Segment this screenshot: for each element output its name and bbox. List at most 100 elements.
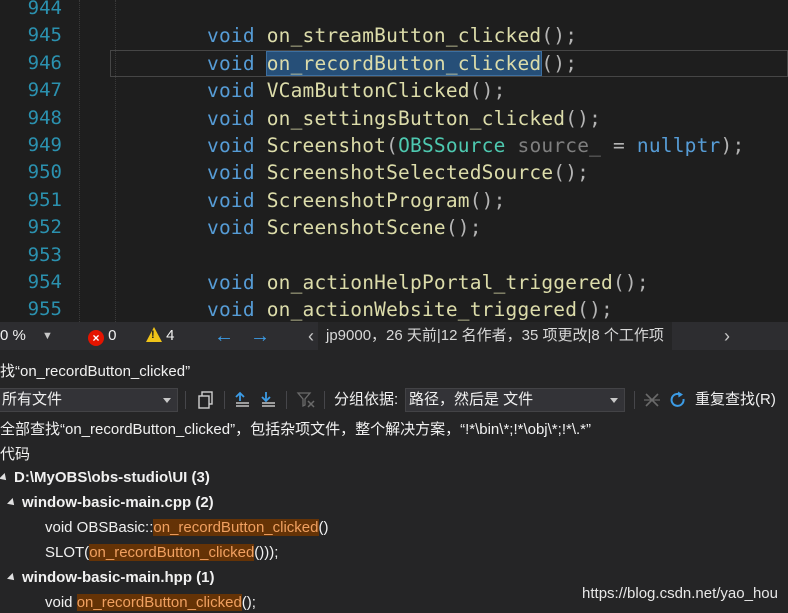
errors-indicator[interactable]: × 0 — [88, 322, 117, 350]
code-line[interactable]: 945 void on_streamButton_clicked(); — [0, 22, 788, 49]
code-token: on_settingsButton_clicked — [266, 106, 566, 130]
refind-button[interactable]: 重复查找(R) — [695, 388, 776, 412]
tree-folder-node[interactable]: D:\MyOBS\obs-studio\UI (3) — [0, 466, 210, 490]
match-highlight: on_recordButton_clicked — [89, 544, 255, 561]
file-name: window-basic-main.hpp (1) — [22, 569, 215, 586]
code-token: VCamButtonClicked — [266, 79, 470, 103]
editor-status-bar: 0 % ▼ × 0 4 ← → ‹ jp9000，26 天前|12 名作者，35… — [0, 322, 788, 350]
tree-match-row[interactable]: void on_recordButton_clicked(); — [45, 591, 256, 613]
code-line[interactable]: 947 void VCamButtonClicked(); — [0, 77, 788, 104]
zoom-dropdown-icon[interactable]: ▼ — [42, 322, 53, 350]
code-token: ); — [720, 134, 745, 157]
zoom-level[interactable]: 0 % — [0, 322, 26, 350]
tree-match-row[interactable]: SLOT(on_recordButton_clicked())); — [45, 541, 278, 565]
code-token: ScreenshotProgram — [266, 188, 470, 212]
code-token: void — [207, 161, 255, 185]
file-name: window-basic-main.cpp (2) — [22, 494, 214, 511]
collapse-arrow-icon[interactable] — [7, 573, 17, 583]
group-by-value: 路径，然后是 文件 — [409, 391, 534, 408]
refresh-icon[interactable] — [668, 390, 688, 410]
code-editor[interactable]: 944 945 void on_streamButton_clicked(); 946… — [0, 0, 788, 322]
code-token: void — [207, 271, 255, 294]
collapse-arrow-icon[interactable] — [7, 498, 17, 508]
group-by-dropdown[interactable]: 路径，然后是 文件 — [405, 388, 625, 412]
code-line[interactable]: 954 void on_actionHelpPortal_triggered(); — [0, 269, 788, 296]
copy-icon[interactable] — [196, 390, 216, 410]
watermark: https://blog.csdn.net/yao_hou — [582, 585, 778, 602]
code-token: void — [207, 24, 255, 48]
match-highlight: on_recordButton_clicked — [153, 519, 319, 536]
code-token: (); — [469, 188, 506, 212]
warning-count: 4 — [166, 327, 175, 344]
code-line[interactable]: 953 — [0, 242, 788, 269]
error-count: 0 — [108, 327, 117, 344]
line-number: 951 — [27, 188, 62, 211]
match-prefix: void — [45, 594, 77, 611]
code-token: void — [207, 79, 255, 103]
group-by-label: 分组依据: — [334, 391, 399, 408]
git-blame-info[interactable]: jp9000，26 天前|12 名作者，35 项更改|8 个工作项 — [318, 322, 672, 350]
code-line[interactable]: 948 void on_settingsButton_clicked(); — [0, 105, 788, 132]
navigate-forward-icon[interactable]: → — [250, 322, 270, 350]
line-number: 949 — [27, 134, 62, 156]
scope-dropdown[interactable]: 所有文件 — [0, 388, 178, 412]
scroll-right-icon[interactable]: › — [724, 322, 730, 350]
toolbar-divider — [324, 391, 325, 409]
clear-filter-icon[interactable] — [296, 390, 316, 410]
code-token: void — [207, 188, 255, 212]
scroll-left-icon[interactable]: ‹ — [308, 322, 314, 350]
code-token: (); — [577, 298, 613, 322]
match-suffix: (); — [241, 594, 256, 611]
code-token: (); — [553, 161, 590, 185]
scope-dropdown-value: 所有文件 — [2, 391, 63, 408]
cancel-find-icon[interactable] — [642, 390, 662, 410]
line-number: 954 — [27, 271, 62, 293]
code-line[interactable]: 950 void ScreenshotSelectedSource(); — [0, 159, 788, 186]
code-token: source_ — [517, 134, 602, 157]
code-text: void on_recordButton_clicked(); — [207, 50, 577, 77]
code-line[interactable]: 949 void Screenshot(OBSSource source_ = n… — [0, 132, 788, 159]
tree-file-node[interactable]: window-basic-main.hpp (1) — [7, 566, 215, 590]
code-token: ( — [386, 134, 399, 157]
match-prefix: SLOT( — [45, 544, 90, 561]
code-line[interactable]: 952 void ScreenshotScene(); — [0, 214, 788, 241]
code-token: on_actionWebsite_triggered — [266, 298, 578, 322]
code-token: void — [207, 298, 255, 322]
code-token: on_recordButton_clicked — [265, 50, 543, 76]
line-number: 952 — [27, 216, 62, 239]
toolbar-divider — [286, 391, 287, 409]
tree-file-node[interactable]: window-basic-main.cpp (2) — [7, 491, 214, 515]
code-text: void on_streamButton_clicked(); — [207, 22, 577, 49]
toolbar-divider — [224, 391, 225, 409]
code-token: (); — [541, 51, 578, 75]
folder-path: D:\MyOBS\obs-studio\UI (3) — [14, 469, 210, 486]
code-line[interactable]: 955 void on_actionWebsite_triggered(); — [0, 296, 788, 322]
code-token: void — [207, 51, 255, 75]
code-token: void — [207, 106, 255, 130]
code-token: (); — [445, 216, 482, 240]
next-result-icon[interactable] — [258, 390, 278, 410]
code-line[interactable]: 944 — [0, 0, 788, 22]
code-line[interactable]: 951 void ScreenshotProgram(); — [0, 187, 788, 214]
navigate-back-icon[interactable]: ← — [214, 322, 234, 350]
code-text: void VCamButtonClicked(); — [207, 77, 506, 104]
code-text: void Screenshot(OBSSource source_ = null… — [207, 132, 744, 159]
collapse-arrow-icon[interactable] — [0, 473, 9, 483]
code-text: void on_actionHelpPortal_triggered(); — [207, 269, 649, 296]
previous-result-icon[interactable] — [232, 390, 252, 410]
code-token: Screenshot — [266, 134, 387, 157]
warnings-indicator[interactable]: 4 — [146, 322, 175, 350]
match-suffix: () — [318, 519, 329, 536]
match-prefix: void OBSBasic:: — [45, 519, 154, 536]
error-icon: × — [88, 330, 104, 346]
chevron-down-icon — [610, 398, 618, 403]
code-line[interactable]: 946 void on_recordButton_clicked(); — [0, 49, 788, 77]
line-number: 946 — [27, 51, 62, 74]
chevron-down-icon — [163, 398, 171, 403]
tree-match-row[interactable]: void OBSBasic::on_recordButton_clicked() — [45, 516, 329, 540]
